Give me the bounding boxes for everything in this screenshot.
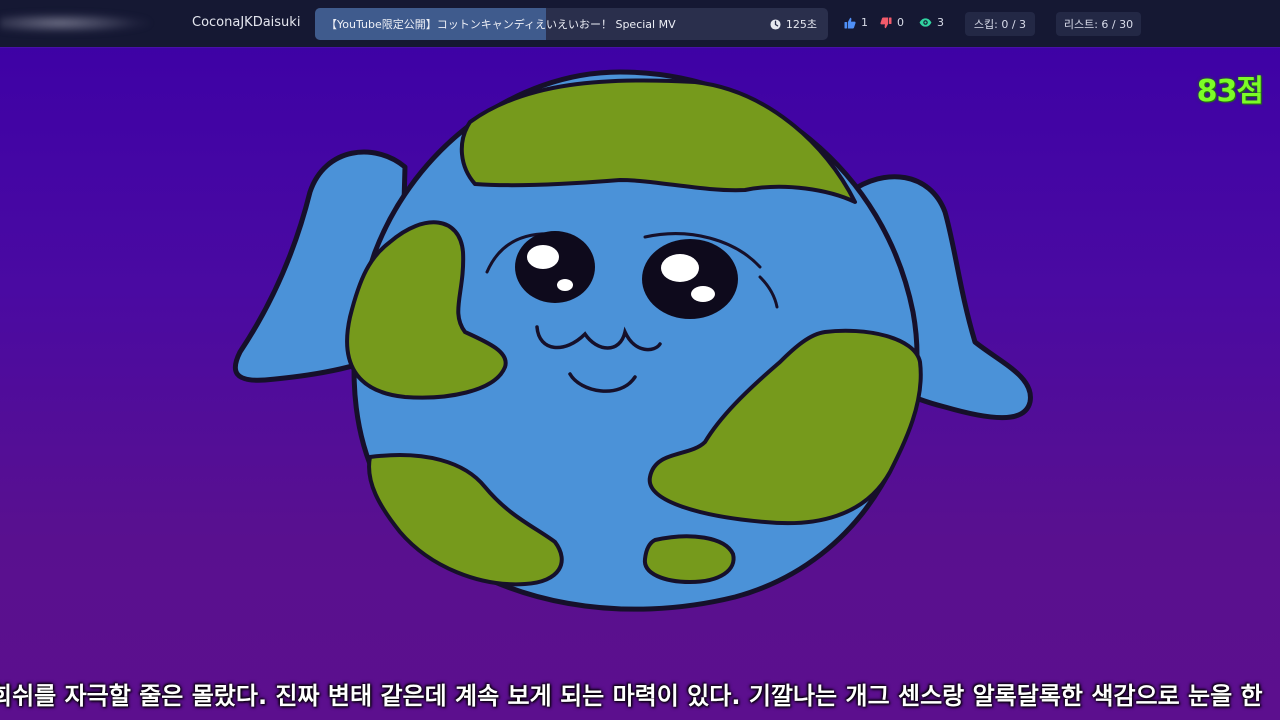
top-bar: CoconaJKDaisuki 【YouTube限定公開】コットンキャンディえい… (0, 0, 1280, 47)
earth-character-art (232, 69, 1033, 612)
now-playing-bar[interactable]: 【YouTube限定公開】コットンキャンディえいえいおー！ Special MV… (315, 8, 828, 40)
site-logo[interactable] (0, 12, 150, 34)
like-button[interactable]: 1 (844, 16, 868, 29)
now-playing-title: 【YouTube限定公開】コットンキャンディえいえいおー！ Special MV (326, 18, 676, 31)
viewer-count: 3 (919, 16, 944, 29)
clock-icon (770, 18, 781, 30)
dislike-button[interactable]: 0 (880, 16, 904, 29)
skip-label: 스킵: 0 / 3 (973, 18, 1027, 31)
land-top (459, 78, 857, 204)
like-count: 1 (861, 16, 868, 29)
username[interactable]: CoconaJKDaisuki (192, 15, 300, 30)
thumbs-down-icon (880, 17, 892, 28)
thumbs-up-icon (844, 17, 856, 28)
time-remaining: 125초 (770, 16, 817, 32)
land-bottom-island (642, 534, 736, 584)
dislike-count: 0 (897, 16, 904, 29)
eye-icon (919, 18, 932, 27)
playlist-label: 리스트: 6 / 30 (1063, 18, 1134, 31)
time-remaining-text: 125초 (785, 18, 817, 31)
skip-button[interactable]: 스킵: 0 / 3 (965, 12, 1035, 36)
playlist-button[interactable]: 리스트: 6 / 30 (1056, 12, 1141, 36)
viewer-count-text: 3 (937, 16, 944, 29)
score-display: 83점 (1196, 74, 1264, 109)
subtitle-caption: 희쉬를 자극할 줄은 몰랐다. 진짜 변태 같은데 계속 보게 되는 마력이 있… (0, 682, 1263, 710)
